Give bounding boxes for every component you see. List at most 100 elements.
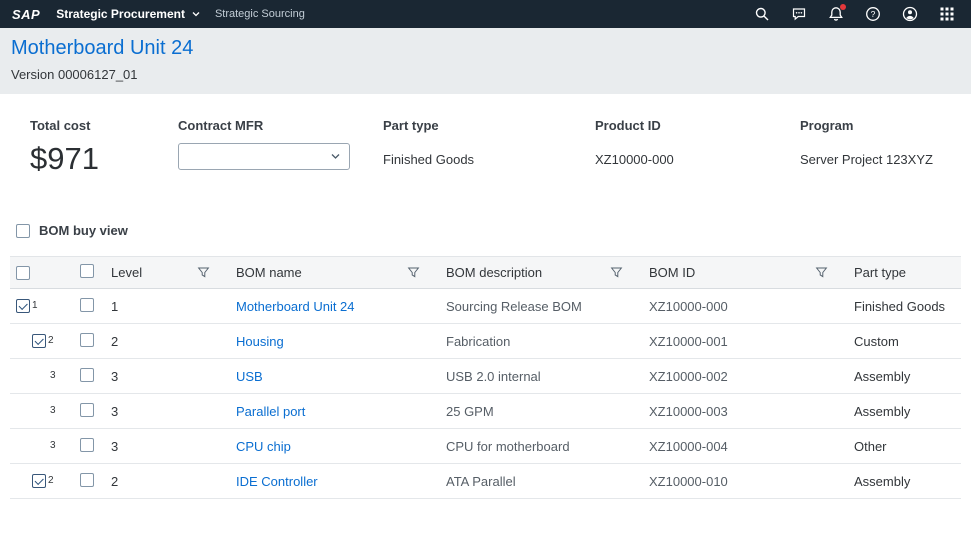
level-cell: 1 (105, 299, 230, 314)
row-select-checkbox[interactable] (80, 473, 94, 487)
header-tree-cell (10, 266, 75, 280)
bom-name-cell: Housing (230, 334, 440, 349)
tree-level-number: 3 (50, 439, 56, 453)
bom-description-cell: USB 2.0 internal (440, 369, 643, 384)
bom-buy-view-label: BOM buy view (39, 223, 128, 238)
version-text: Version 00006127_01 (11, 67, 959, 82)
kpi-total-cost-label: Total cost (30, 118, 178, 133)
table-row: 2 2 IDE Controller ATA Parallel XZ10000-… (10, 464, 961, 499)
select-cell (75, 473, 105, 490)
column-header-bom-id-label: BOM ID (649, 265, 695, 280)
bom-buy-view-checkbox[interactable] (16, 224, 30, 238)
header-row-select-checkbox[interactable] (80, 264, 94, 278)
filter-icon[interactable] (197, 266, 210, 279)
bom-id-cell: XZ10000-010 (643, 474, 848, 489)
tree-cell: 2 (10, 474, 75, 488)
copilot-icon[interactable] (791, 6, 807, 22)
bom-name-link[interactable]: Housing (236, 334, 284, 349)
select-cell (75, 368, 105, 385)
bom-description-cell: Sourcing Release BOM (440, 299, 643, 314)
kpi-product-id-label: Product ID (595, 118, 800, 133)
notifications-bell-icon[interactable] (828, 6, 844, 22)
bom-name-link[interactable]: CPU chip (236, 439, 291, 454)
tree-node-checkbox[interactable] (16, 299, 30, 313)
filter-icon[interactable] (815, 266, 828, 279)
kpi-product-id: Product ID XZ10000-000 (595, 118, 800, 177)
filter-icon[interactable] (407, 266, 420, 279)
tree-cell: 3 (10, 439, 75, 453)
table-row: 3 3 USB USB 2.0 internal XZ10000-002 Ass… (10, 359, 961, 394)
tree-cell: 2 (10, 334, 75, 348)
select-cell (75, 333, 105, 350)
row-select-checkbox[interactable] (80, 298, 94, 312)
shell-actions: ? (754, 6, 955, 22)
bom-name-link[interactable]: USB (236, 369, 263, 384)
bom-name-link[interactable]: Motherboard Unit 24 (236, 299, 355, 314)
contract-mfr-select[interactable] (178, 143, 350, 170)
kpi-product-id-value: XZ10000-000 (595, 152, 800, 167)
app-finder-grid-icon[interactable] (939, 6, 955, 22)
level-cell: 3 (105, 439, 230, 454)
tree-level-number: 3 (50, 404, 56, 418)
bom-name-cell: Motherboard Unit 24 (230, 299, 440, 314)
column-header-level: Level (105, 257, 230, 288)
part-type-cell: Assembly (848, 474, 961, 489)
bom-id-cell: XZ10000-003 (643, 404, 848, 419)
bom-description-cell: Fabrication (440, 334, 643, 349)
shell-subtitle[interactable]: Strategic Sourcing (215, 8, 305, 20)
bom-name-cell: USB (230, 369, 440, 384)
column-header-bom-name: BOM name (230, 257, 440, 288)
bom-id-cell: XZ10000-004 (643, 439, 848, 454)
part-type-cell: Other (848, 439, 961, 454)
chevron-down-icon[interactable] (191, 9, 201, 19)
bom-name-cell: IDE Controller (230, 474, 440, 489)
shell-bar: SAP Strategic Procurement Strategic Sour… (0, 0, 971, 28)
level-cell: 3 (105, 369, 230, 384)
table-header-row: Level BOM name BOM description BOM ID Pa… (10, 257, 961, 289)
tree-level-number: 2 (48, 334, 54, 348)
page-header: Motherboard Unit 24 Version 00006127_01 (0, 28, 971, 94)
select-all-checkbox[interactable] (16, 266, 30, 280)
table-row: 2 2 Housing Fabrication XZ10000-001 Cust… (10, 324, 961, 359)
bom-id-cell: XZ10000-002 (643, 369, 848, 384)
part-type-cell: Custom (848, 334, 961, 349)
kpi-contract-mfr: Contract MFR (178, 118, 383, 177)
tree-cell: 3 (10, 369, 75, 383)
tree-level-number: 1 (32, 299, 38, 313)
select-cell (75, 438, 105, 455)
search-icon[interactable] (754, 6, 770, 22)
kpi-program-value: Server Project 123XYZ (800, 152, 959, 167)
bom-buy-view-toggle: BOM buy view (0, 223, 971, 238)
column-header-level-label: Level (111, 265, 142, 280)
tree-node-checkbox[interactable] (32, 334, 46, 348)
tree-node-checkbox[interactable] (32, 474, 46, 488)
shell-app-title[interactable]: Strategic Procurement (56, 7, 185, 21)
profile-avatar-icon[interactable] (902, 6, 918, 22)
table-row: 3 3 Parallel port 25 GPM XZ10000-003 Ass… (10, 394, 961, 429)
sap-logo[interactable]: SAP (12, 7, 40, 22)
notification-badge (840, 4, 846, 10)
bom-name-link[interactable]: IDE Controller (236, 474, 318, 489)
bom-description-cell: CPU for motherboard (440, 439, 643, 454)
kpi-program-label: Program (800, 118, 959, 133)
table-row: 3 3 CPU chip CPU for motherboard XZ10000… (10, 429, 961, 464)
help-icon[interactable]: ? (865, 6, 881, 22)
svg-text:?: ? (871, 9, 876, 19)
bom-name-link[interactable]: Parallel port (236, 404, 305, 419)
row-select-checkbox[interactable] (80, 403, 94, 417)
column-header-bom-id: BOM ID (643, 257, 848, 288)
table-row: 1 1 Motherboard Unit 24 Sourcing Release… (10, 289, 961, 324)
kpi-total-cost: Total cost $971 (30, 118, 178, 177)
level-cell: 2 (105, 334, 230, 349)
filter-icon[interactable] (610, 266, 623, 279)
header-checkbox-cell (75, 264, 105, 281)
column-header-part-type-label: Part type (854, 265, 906, 280)
bom-id-cell: XZ10000-000 (643, 299, 848, 314)
row-select-checkbox[interactable] (80, 438, 94, 452)
kpi-total-cost-value: $971 (30, 141, 178, 177)
kpi-part-type: Part type Finished Goods (383, 118, 595, 177)
select-cell (75, 403, 105, 420)
column-header-bom-description: BOM description (440, 257, 643, 288)
row-select-checkbox[interactable] (80, 333, 94, 347)
row-select-checkbox[interactable] (80, 368, 94, 382)
